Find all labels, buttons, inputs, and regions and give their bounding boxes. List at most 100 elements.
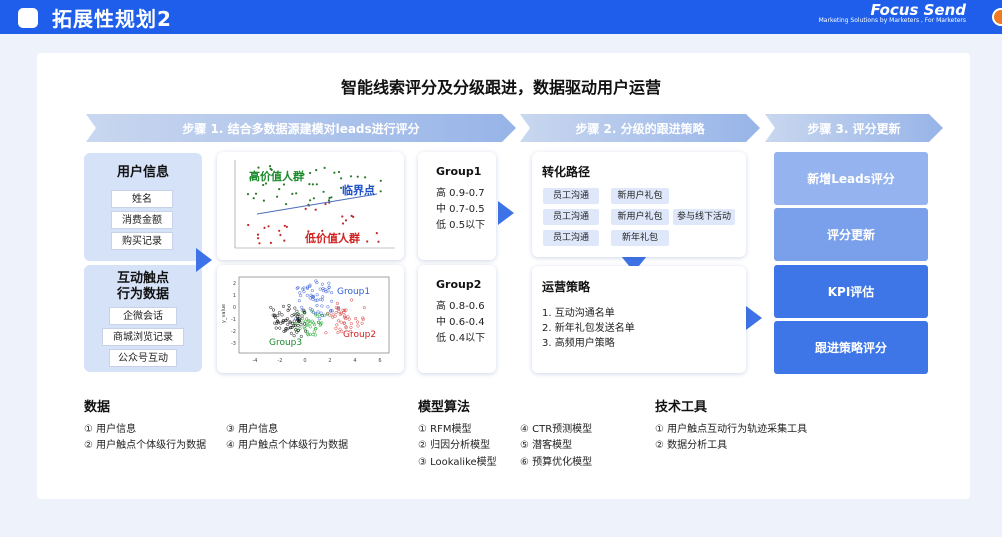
cluster-point xyxy=(315,303,319,308)
interaction-item: 企微会话 xyxy=(109,307,177,325)
scatter-point xyxy=(333,171,336,174)
scatter-point xyxy=(311,183,314,186)
follow-strategy-score-button[interactable]: 跟进策略评分 xyxy=(774,321,928,374)
user-info-item: 消费金额 xyxy=(111,211,173,229)
y-tick-label: 0 xyxy=(233,305,236,311)
group1-low: 低 0.5以下 xyxy=(436,220,486,231)
kpi-evaluation-button[interactable]: KPI评估 xyxy=(774,265,928,318)
cluster-point xyxy=(299,294,303,298)
operation-item: 1. 互动沟通名单 xyxy=(542,308,615,319)
cluster-point xyxy=(308,296,312,300)
scatter-point xyxy=(283,224,286,227)
value-scatter-card: 高价值人群 临界点 低价值人群 xyxy=(217,152,404,260)
cluster-point xyxy=(298,291,302,295)
step-2-banner: 步骤 2. 分级的跟进策略 xyxy=(520,114,760,142)
scatter-point xyxy=(315,169,318,172)
group1-title: Group1 xyxy=(436,165,482,178)
scatter-point xyxy=(366,240,369,243)
low-value-label: 低价值人群 xyxy=(304,231,360,245)
y-tick-label: -3 xyxy=(231,341,236,347)
y-tick-label: -1 xyxy=(231,317,236,323)
corner-badge-icon xyxy=(992,8,1002,26)
cluster-point xyxy=(318,317,322,321)
group2-low: 低 0.4以下 xyxy=(436,333,486,344)
cluster-point xyxy=(312,330,316,334)
cluster-point xyxy=(316,310,320,314)
x-tick-label: 4 xyxy=(353,358,356,364)
score-update-button[interactable]: 评分更新 xyxy=(774,208,928,261)
cluster-point xyxy=(294,313,298,317)
scatter-point xyxy=(278,188,281,191)
scatter-point xyxy=(309,171,312,175)
scatter-point xyxy=(258,242,261,245)
arrow-right-icon xyxy=(196,248,212,272)
group1-card: Group1 高 0.9-0.7 中 0.7-0.5 低 0.5以下 xyxy=(418,152,496,260)
model-section-title: 模型算法 xyxy=(418,400,471,415)
scatter-point xyxy=(356,175,359,178)
cluster-point xyxy=(356,324,360,328)
x-tick-label: 0 xyxy=(303,358,306,364)
group2-title: Group2 xyxy=(436,278,482,291)
cluster-point xyxy=(297,299,301,303)
model-item: ② 归因分析模型 xyxy=(418,440,491,451)
model-item: ① RFM模型 xyxy=(418,424,472,435)
cluster-point xyxy=(335,323,339,327)
cluster-point xyxy=(334,326,338,330)
x-tick-label: 2 xyxy=(328,358,331,364)
scatter-point xyxy=(324,202,327,206)
interaction-title-line2: 行为数据 xyxy=(116,287,169,302)
x-tick-label: 6 xyxy=(378,358,381,364)
scatter-point xyxy=(337,170,341,174)
scatter-point xyxy=(327,199,331,202)
brand-tagline: Marketing Solutions by Marketers , For M… xyxy=(818,17,966,24)
scatter-point xyxy=(291,192,294,195)
scatter-point xyxy=(247,223,250,227)
conversion-tag: 参与线下活动 xyxy=(673,209,735,225)
cluster-point xyxy=(287,303,291,308)
cluster-point xyxy=(354,316,358,321)
scatter-point xyxy=(262,183,265,187)
scatter-point xyxy=(304,207,307,210)
scatter-point xyxy=(263,226,266,229)
cluster-scatter-chart: y_value 2 1 0 -1 -2 -3 -4 -2 0 2 4 6 Group1 Group2… xyxy=(221,276,390,364)
scatter-point xyxy=(278,229,281,232)
scatter-point xyxy=(328,196,331,200)
cluster-point xyxy=(360,321,364,325)
cluster-point xyxy=(350,298,354,302)
y-tick-label: 2 xyxy=(233,281,236,287)
group2-card: Group2 高 0.8-0.6 中 0.6-0.4 低 0.4以下 xyxy=(418,265,496,373)
scatter-point xyxy=(254,192,258,195)
interaction-item: 公众号互动 xyxy=(109,349,177,367)
chart2-ylabel: y_value xyxy=(221,304,227,323)
scatter-point xyxy=(379,190,382,193)
cluster-point xyxy=(327,281,331,285)
value-scatter-chart: 高价值人群 临界点 低价值人群 xyxy=(234,160,395,249)
conversion-tag: 新年礼包 xyxy=(611,230,669,246)
cluster-point xyxy=(338,327,342,331)
data-item: ③ 用户信息 xyxy=(226,424,279,435)
scatter-point xyxy=(279,233,282,237)
cluster-point xyxy=(310,288,314,293)
y-tick-label: 1 xyxy=(233,293,236,299)
data-section-title: 数据 xyxy=(84,400,111,415)
arrow-right-icon xyxy=(746,306,762,330)
user-info-title: 用户信息 xyxy=(116,165,169,180)
interaction-card: 互动触点 行为数据 企微会话 商城浏览记录 公众号互动 xyxy=(84,265,202,372)
scatter-point xyxy=(256,233,260,236)
new-leads-score-button[interactable]: 新增Leads评分 xyxy=(774,152,928,205)
step-3-banner: 步骤 3. 评分更新 xyxy=(765,114,943,142)
cluster-point xyxy=(330,291,334,295)
cluster-point xyxy=(280,313,284,317)
main-title: 智能线索评分及分级跟进，数据驱动用户运营 xyxy=(340,78,661,97)
cluster-point xyxy=(347,317,351,321)
cluster-point xyxy=(300,305,304,309)
cluster-point xyxy=(303,319,308,323)
conversion-tag: 员工沟通 xyxy=(543,230,599,246)
scatter-point xyxy=(309,199,312,202)
cluster-point xyxy=(315,293,319,297)
group1-high: 高 0.9-0.7 xyxy=(436,188,485,199)
cluster-point xyxy=(293,324,297,328)
conversion-tag: 员工沟通 xyxy=(543,188,599,204)
group1-cluster-label: Group1 xyxy=(337,287,370,297)
cluster-point xyxy=(299,323,303,327)
